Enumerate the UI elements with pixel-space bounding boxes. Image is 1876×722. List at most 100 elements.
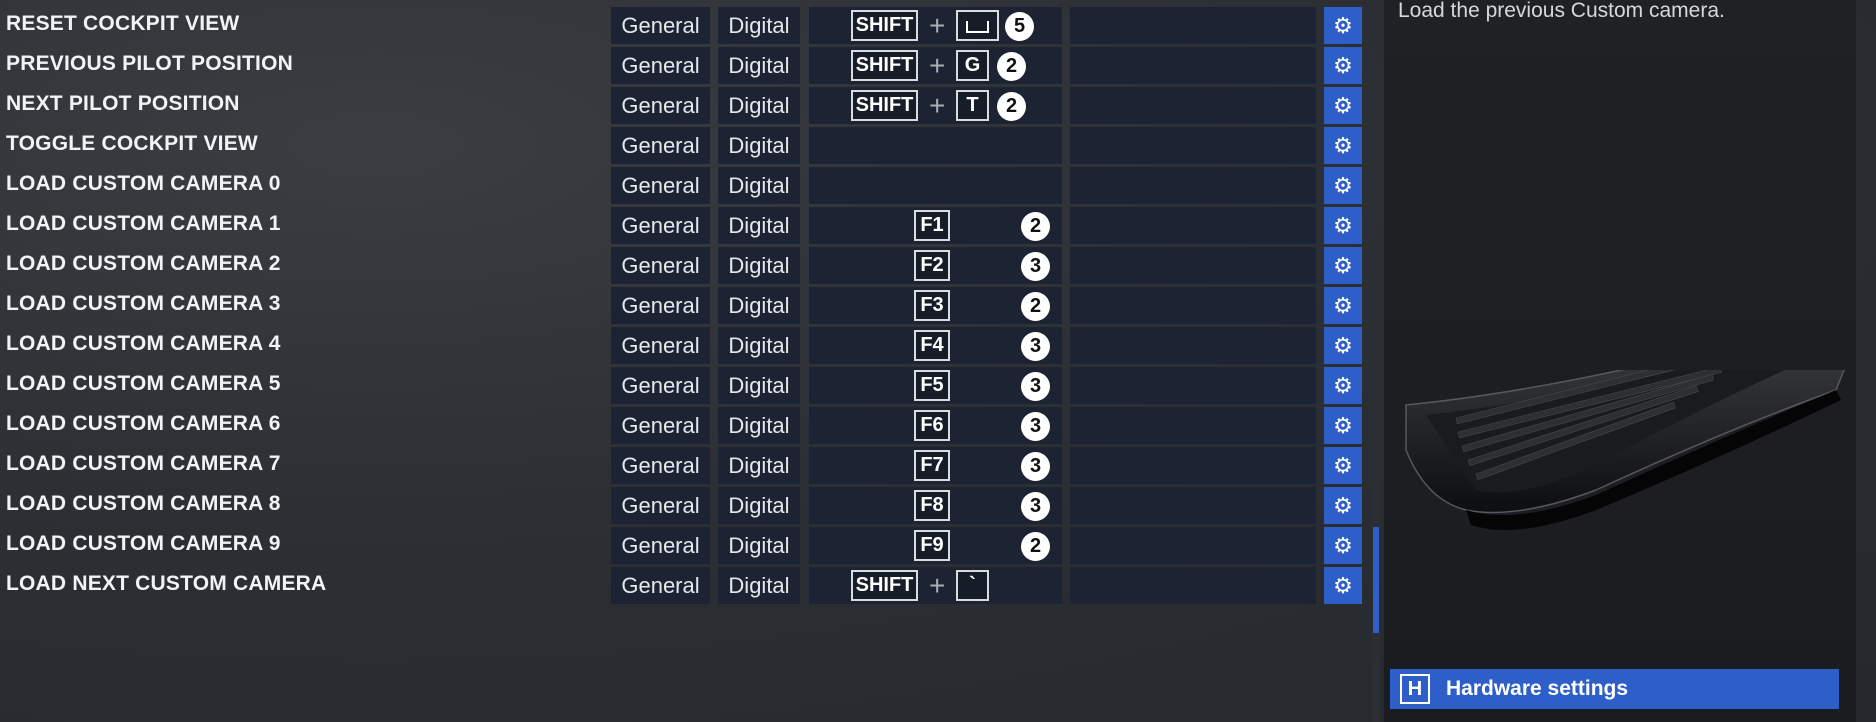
category-cell[interactable]: General [611,127,710,164]
secondary-binding-slot[interactable] [1070,47,1316,84]
category-cell[interactable]: General [611,7,710,44]
secondary-binding-slot[interactable] [1070,367,1316,404]
secondary-binding-slot[interactable] [1070,407,1316,444]
binding-row[interactable]: PREVIOUS PILOT POSITION General Digital SHI… [0,44,1368,84]
settings-button[interactable]: ⚙ [1324,487,1362,524]
secondary-binding-slot[interactable] [1070,167,1316,204]
binding-row[interactable]: LOAD NEXT CUSTOM CAMERA General Digital SHI… [0,564,1368,604]
keyboard-image [1405,370,1845,530]
input-type-cell[interactable]: Digital [718,127,800,164]
secondary-binding-slot[interactable] [1070,127,1316,164]
hardware-settings-button[interactable]: H Hardware settings [1390,669,1839,709]
binding-row[interactable]: LOAD CUSTOM CAMERA 4 General Digital F4 3 ⚙ [0,324,1368,364]
input-type-cell[interactable]: Digital [718,87,800,124]
category-cell[interactable]: General [611,567,710,604]
settings-button[interactable]: ⚙ [1324,407,1362,444]
secondary-binding-slot[interactable] [1070,327,1316,364]
input-type-cell[interactable]: Digital [718,407,800,444]
primary-binding-slot[interactable]: SHIFT + ` [809,567,1062,604]
input-type-cell[interactable]: Digital [718,207,800,244]
primary-binding-slot[interactable]: SHIFT + T 2 [809,87,1062,124]
category-cell[interactable]: General [611,87,710,124]
primary-binding-slot[interactable]: F9 2 [809,527,1062,564]
primary-binding-slot[interactable]: F2 3 [809,247,1062,284]
primary-binding-slot[interactable]: SHIFT +5 [809,7,1062,44]
primary-binding-slot[interactable]: SHIFT + G 2 [809,47,1062,84]
primary-binding-slot[interactable]: F8 3 [809,487,1062,524]
primary-binding-slot[interactable]: F7 3 [809,447,1062,484]
settings-button[interactable]: ⚙ [1324,167,1362,204]
binding-row[interactable]: LOAD CUSTOM CAMERA 7 General Digital F7 3 ⚙ [0,444,1368,484]
category-cell[interactable]: General [611,207,710,244]
secondary-binding-slot[interactable] [1070,207,1316,244]
binding-row[interactable]: RESET COCKPIT VIEW General Digital SHIFT +5 ⚙ [0,4,1368,44]
secondary-binding-slot[interactable] [1070,527,1316,564]
settings-button[interactable]: ⚙ [1324,207,1362,244]
primary-binding-slot[interactable] [809,167,1062,204]
category-cell[interactable]: General [611,367,710,404]
binding-row[interactable]: LOAD CUSTOM CAMERA 0 General Digital ⚙ [0,164,1368,204]
settings-button[interactable]: ⚙ [1324,327,1362,364]
category-cell[interactable]: General [611,47,710,84]
input-type-cell[interactable]: Digital [718,367,800,404]
settings-button[interactable]: ⚙ [1324,447,1362,484]
primary-binding-slot[interactable]: F5 3 [809,367,1062,404]
primary-binding-slot[interactable]: F4 3 [809,327,1062,364]
action-name: LOAD CUSTOM CAMERA 3 [6,292,281,315]
binding-row[interactable]: LOAD CUSTOM CAMERA 6 General Digital F6 3 ⚙ [0,404,1368,444]
category-cell[interactable]: General [611,287,710,324]
input-type-cell[interactable]: Digital [718,567,800,604]
binding-row[interactable]: LOAD CUSTOM CAMERA 3 General Digital F3 2 ⚙ [0,284,1368,324]
binding-row[interactable]: TOGGLE COCKPIT VIEW General Digital ⚙ [0,124,1368,164]
primary-binding-slot[interactable]: F6 3 [809,407,1062,444]
settings-button[interactable]: ⚙ [1324,367,1362,404]
primary-binding-slot[interactable] [809,127,1062,164]
secondary-binding-slot[interactable] [1070,287,1316,324]
input-type-cell[interactable]: Digital [718,287,800,324]
key-cap: F2 [914,250,950,281]
binding-row[interactable]: NEXT PILOT POSITION General Digital SHIFT + T… [0,84,1368,124]
binding-row[interactable]: LOAD CUSTOM CAMERA 2 General Digital F2 3 ⚙ [0,244,1368,284]
gear-icon: ⚙ [1333,12,1353,38]
input-type-cell[interactable]: Digital [718,47,800,84]
category-cell[interactable]: General [611,487,710,524]
secondary-binding-slot[interactable] [1070,87,1316,124]
input-type-cell[interactable]: Digital [718,527,800,564]
key-cap: F7 [914,450,950,481]
category-cell[interactable]: General [611,247,710,284]
input-type-cell[interactable]: Digital [718,447,800,484]
primary-binding-slot[interactable]: F3 2 [809,287,1062,324]
category-cell[interactable]: General [611,447,710,484]
binding-row[interactable]: LOAD CUSTOM CAMERA 5 General Digital F5 3 ⚙ [0,364,1368,404]
secondary-binding-slot[interactable] [1070,447,1316,484]
category-cell[interactable]: General [611,167,710,204]
secondary-binding-slot[interactable] [1070,567,1316,604]
gear-icon: ⚙ [1333,332,1353,358]
settings-button[interactable]: ⚙ [1324,127,1362,164]
settings-button[interactable]: ⚙ [1324,527,1362,564]
input-type-cell[interactable]: Digital [718,7,800,44]
category-cell[interactable]: General [611,527,710,564]
settings-button[interactable]: ⚙ [1324,47,1362,84]
conflict-count-badge: 3 [1021,332,1050,361]
category-cell[interactable]: General [611,407,710,444]
settings-button[interactable]: ⚙ [1324,7,1362,44]
settings-button[interactable]: ⚙ [1324,567,1362,604]
gear-icon: ⚙ [1333,212,1353,238]
binding-row[interactable]: LOAD CUSTOM CAMERA 1 General Digital F1 2 ⚙ [0,204,1368,244]
secondary-binding-slot[interactable] [1070,7,1316,44]
settings-button[interactable]: ⚙ [1324,87,1362,124]
scrollbar-thumb[interactable] [1373,527,1379,633]
settings-button[interactable]: ⚙ [1324,247,1362,284]
secondary-binding-slot[interactable] [1070,247,1316,284]
primary-binding-slot[interactable]: F1 2 [809,207,1062,244]
input-type-cell[interactable]: Digital [718,327,800,364]
secondary-binding-slot[interactable] [1070,487,1316,524]
input-type-cell[interactable]: Digital [718,487,800,524]
input-type-cell[interactable]: Digital [718,247,800,284]
binding-row[interactable]: LOAD CUSTOM CAMERA 8 General Digital F8 3 ⚙ [0,484,1368,524]
binding-row[interactable]: LOAD CUSTOM CAMERA 9 General Digital F9 2 ⚙ [0,524,1368,564]
settings-button[interactable]: ⚙ [1324,287,1362,324]
category-cell[interactable]: General [611,327,710,364]
input-type-cell[interactable]: Digital [718,167,800,204]
